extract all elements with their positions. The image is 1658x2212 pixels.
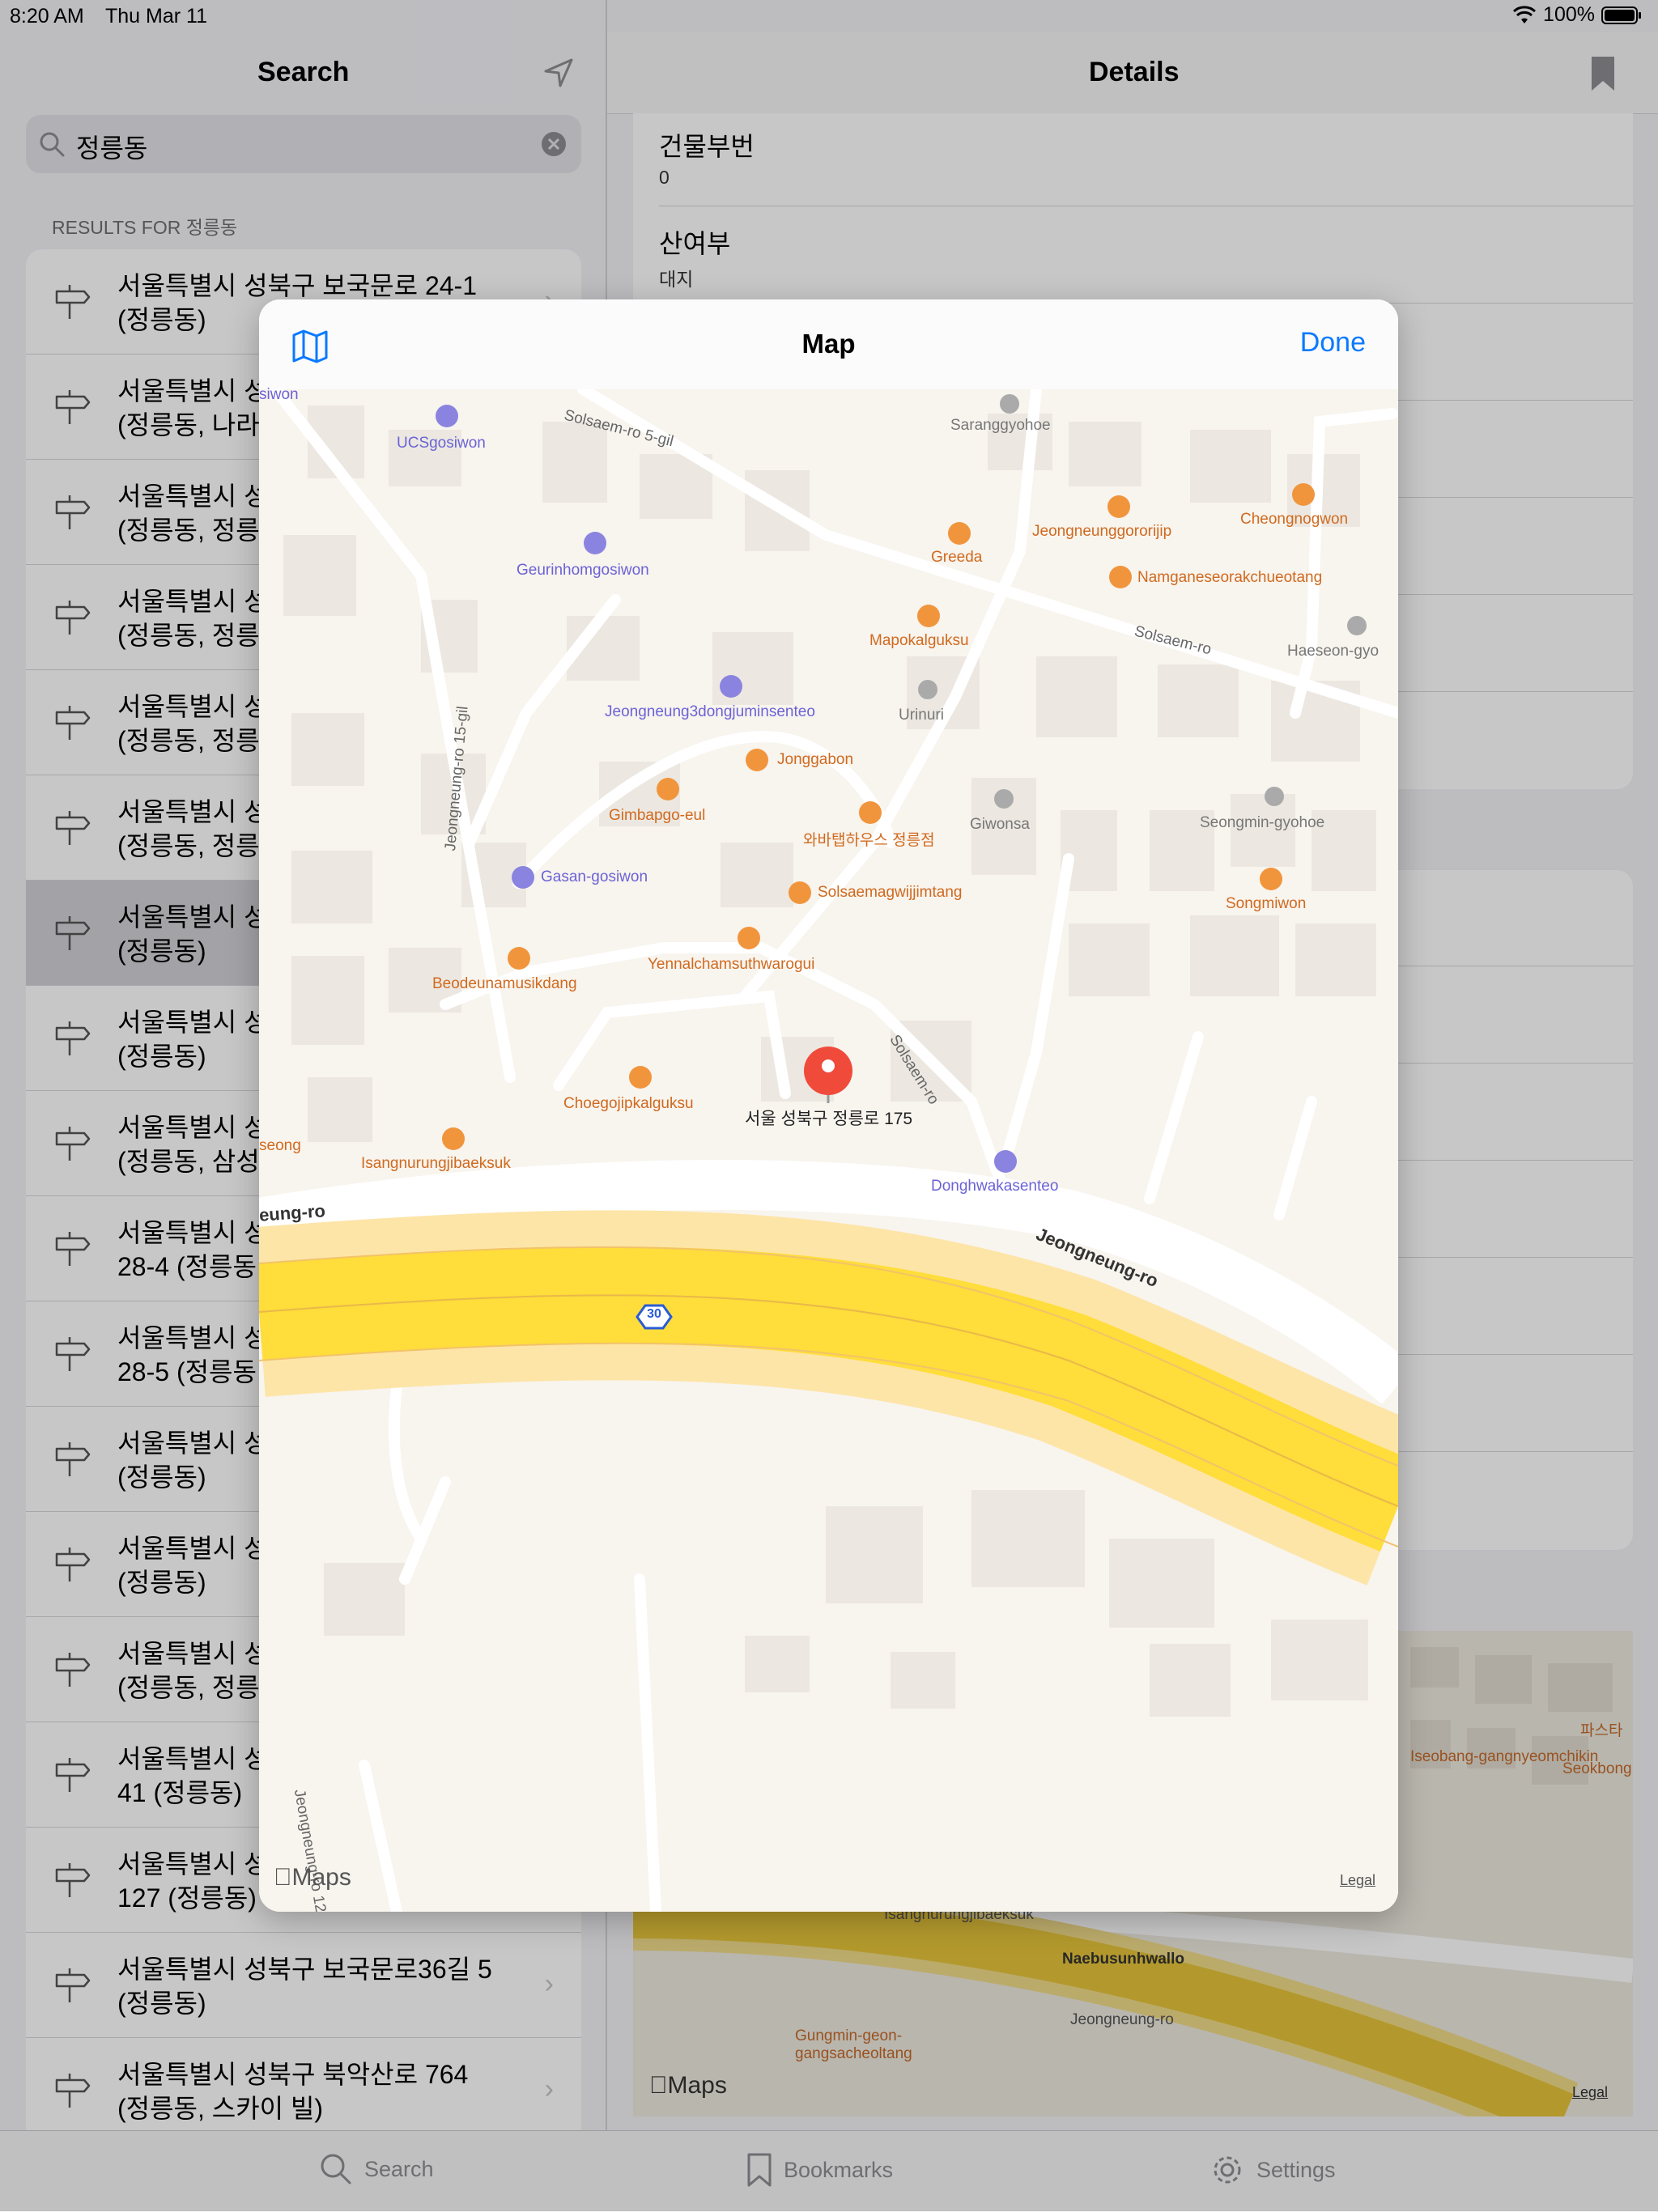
poi-label: Solsaemagwijjimtang xyxy=(818,884,963,901)
poi-label: Jeongneunggororijip xyxy=(1032,523,1172,540)
status-bar: 8:20 AM Thu Mar 11 100% xyxy=(0,0,1658,32)
poi-label: Seongmin-gyohoe xyxy=(1200,814,1325,831)
status-time: 8:20 AM xyxy=(10,5,84,28)
poi-label: 와바탭하우스 정릉점 xyxy=(803,832,935,849)
poi-label: Namganeseorakchueotang xyxy=(1137,569,1323,586)
poi-label: Mapokalguksu xyxy=(869,632,969,649)
poi-label: Gimbapgo-eul xyxy=(609,807,706,824)
poi-label: Giwonsa xyxy=(970,816,1030,833)
poi-label: Haeseon-gyo xyxy=(1287,643,1380,660)
modal-title: Map xyxy=(801,329,856,359)
poi-label: Cheongnogwon xyxy=(1240,511,1349,528)
battery-percent: 100% xyxy=(1543,3,1595,26)
poi-label: Beodeunamusikdang xyxy=(432,975,577,992)
wifi-icon xyxy=(1513,5,1537,23)
poi-label: Gasan-gosiwon xyxy=(541,868,648,885)
poi-label: Donghwakasenteo xyxy=(931,1178,1059,1195)
maps-logo: Maps xyxy=(274,1864,351,1891)
poi-label: Isangnurungjibaeksuk xyxy=(361,1155,511,1172)
poi-label: Jonggabon xyxy=(777,751,854,768)
poi-label: Greeda xyxy=(931,549,983,566)
done-button[interactable]: Done xyxy=(1300,327,1366,359)
highway-shield-label: 30 xyxy=(647,1307,661,1321)
poi-label: Songmiwon xyxy=(1226,895,1307,912)
status-date: Thu Mar 11 xyxy=(105,5,207,28)
legal-link[interactable]: Legal xyxy=(1340,1872,1375,1889)
map-modal: Map Done Solsaem-ro 5-gil Solsaem-ro Jeo… xyxy=(259,299,1398,1912)
poi-label: Urinuri xyxy=(899,707,944,724)
poi-label: siwon xyxy=(259,386,299,403)
map-canvas xyxy=(259,389,1398,1912)
poi-label: Yennalchamsuthwarogui xyxy=(648,956,815,973)
poi-label: UCSgosiwon xyxy=(397,435,486,452)
poi-label: Jeongneung3dongjuminsenteo xyxy=(605,703,815,720)
status-right: 100% xyxy=(1512,3,1642,27)
poi-label: Choegojipkalguksu xyxy=(563,1095,694,1112)
poi-label: Saranggyohoe xyxy=(950,417,1051,434)
battery-icon xyxy=(1601,6,1641,24)
map-view[interactable]: Solsaem-ro 5-gil Solsaem-ro Jeongneung-r… xyxy=(259,386,1398,1912)
modal-header: Map Done xyxy=(259,299,1398,390)
poi-label: Geurinhomgosiwon xyxy=(517,562,649,579)
poi-label: seong xyxy=(259,1137,301,1154)
pin-label: 서울 성북구 정릉로 175 xyxy=(745,1110,913,1128)
